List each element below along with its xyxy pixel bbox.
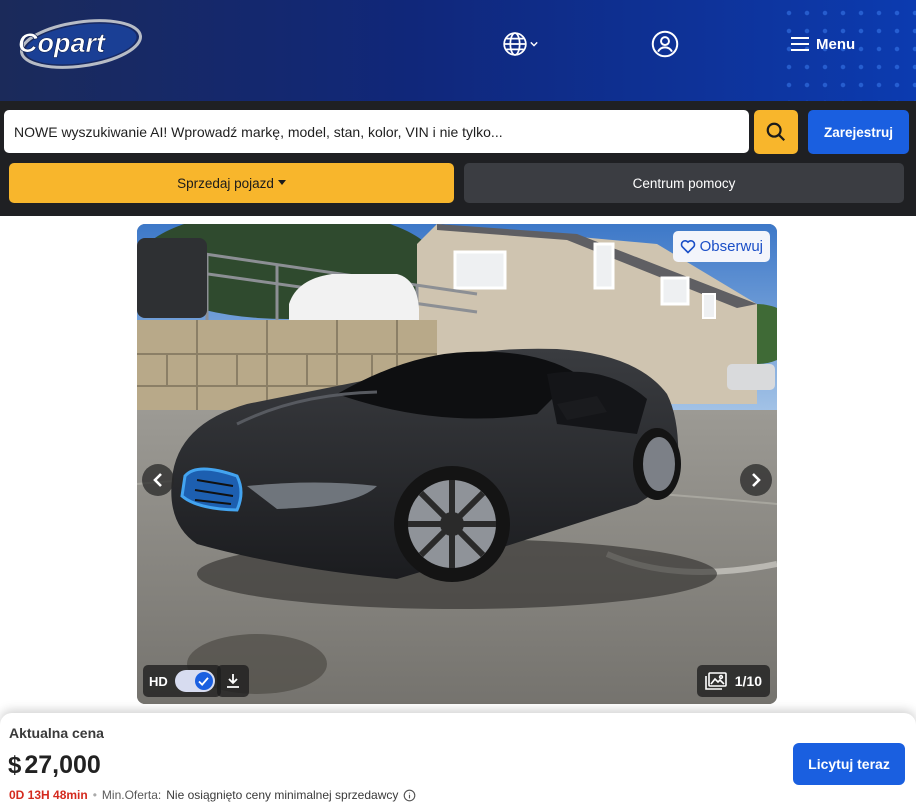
caret-down-icon <box>277 180 286 185</box>
language-selector[interactable] <box>502 29 546 59</box>
user-circle-icon <box>651 30 679 58</box>
gallery-counter-button[interactable]: 1/10 <box>696 665 770 697</box>
chevron-left-icon <box>153 473 162 487</box>
watch-button[interactable]: Obserwuj <box>672 231 770 262</box>
chevron-right-icon <box>752 473 761 487</box>
account-button[interactable] <box>651 30 679 58</box>
currency-symbol: $ <box>8 752 22 779</box>
heart-icon <box>680 240 695 254</box>
countdown-timer: 0D 13H 48min <box>9 788 88 802</box>
hd-control: HD <box>143 665 221 697</box>
logo-text: Copart <box>18 28 106 58</box>
price-panel: Aktualna cena $ 27,000 0D 13H 48min • Mi… <box>0 713 916 810</box>
separator-dot: • <box>92 788 97 802</box>
help-center-button[interactable]: Centrum pomocy <box>464 163 904 203</box>
hd-toggle-knob <box>194 672 213 690</box>
download-button[interactable] <box>217 665 249 697</box>
chevron-down-icon <box>530 41 538 47</box>
current-price: $ 27,000 <box>8 751 101 780</box>
download-icon <box>227 674 239 688</box>
watch-label: Obserwuj <box>699 238 763 255</box>
top-header: Copart Menu <box>0 0 916 101</box>
globe-icon <box>503 32 527 56</box>
hd-toggle[interactable] <box>174 670 215 692</box>
min-offer-label: Min.Oferta: <box>101 788 162 802</box>
vehicle-photo[interactable]: Obserwuj HD 1/10 <box>137 224 777 704</box>
info-icon[interactable] <box>403 789 416 802</box>
images-icon <box>704 672 727 690</box>
search-input[interactable] <box>4 110 749 153</box>
hd-label: HD <box>149 673 168 689</box>
menu-button[interactable]: Menu <box>790 32 855 56</box>
copart-logo[interactable]: Copart <box>14 18 144 70</box>
price-amount: 27,000 <box>24 751 101 779</box>
search-band: Zarejestruj Sprzedaj pojazd Centrum pomo… <box>0 101 916 216</box>
photo-counter: 1/10 <box>734 673 762 689</box>
min-offer-text: Nie osiągnięto ceny minimalnej sprzedawc… <box>166 788 399 802</box>
auction-status: 0D 13H 48min • Min.Oferta: Nie osiągnięt… <box>9 788 416 802</box>
menu-label: Menu <box>816 35 856 53</box>
next-photo-button[interactable] <box>740 464 772 496</box>
bid-now-button[interactable]: Licytuj teraz <box>793 743 905 785</box>
search-icon <box>766 122 786 142</box>
register-button[interactable]: Zarejestruj <box>808 110 909 154</box>
check-icon <box>198 676 209 686</box>
sell-vehicle-label: Sprzedaj pojazd <box>177 175 274 191</box>
sell-vehicle-button[interactable]: Sprzedaj pojazd <box>9 163 454 203</box>
vehicle-image <box>137 224 777 704</box>
previous-photo-button[interactable] <box>142 464 174 496</box>
hamburger-icon <box>791 37 809 51</box>
search-button[interactable] <box>754 110 798 154</box>
current-price-label: Aktualna cena <box>9 725 104 741</box>
